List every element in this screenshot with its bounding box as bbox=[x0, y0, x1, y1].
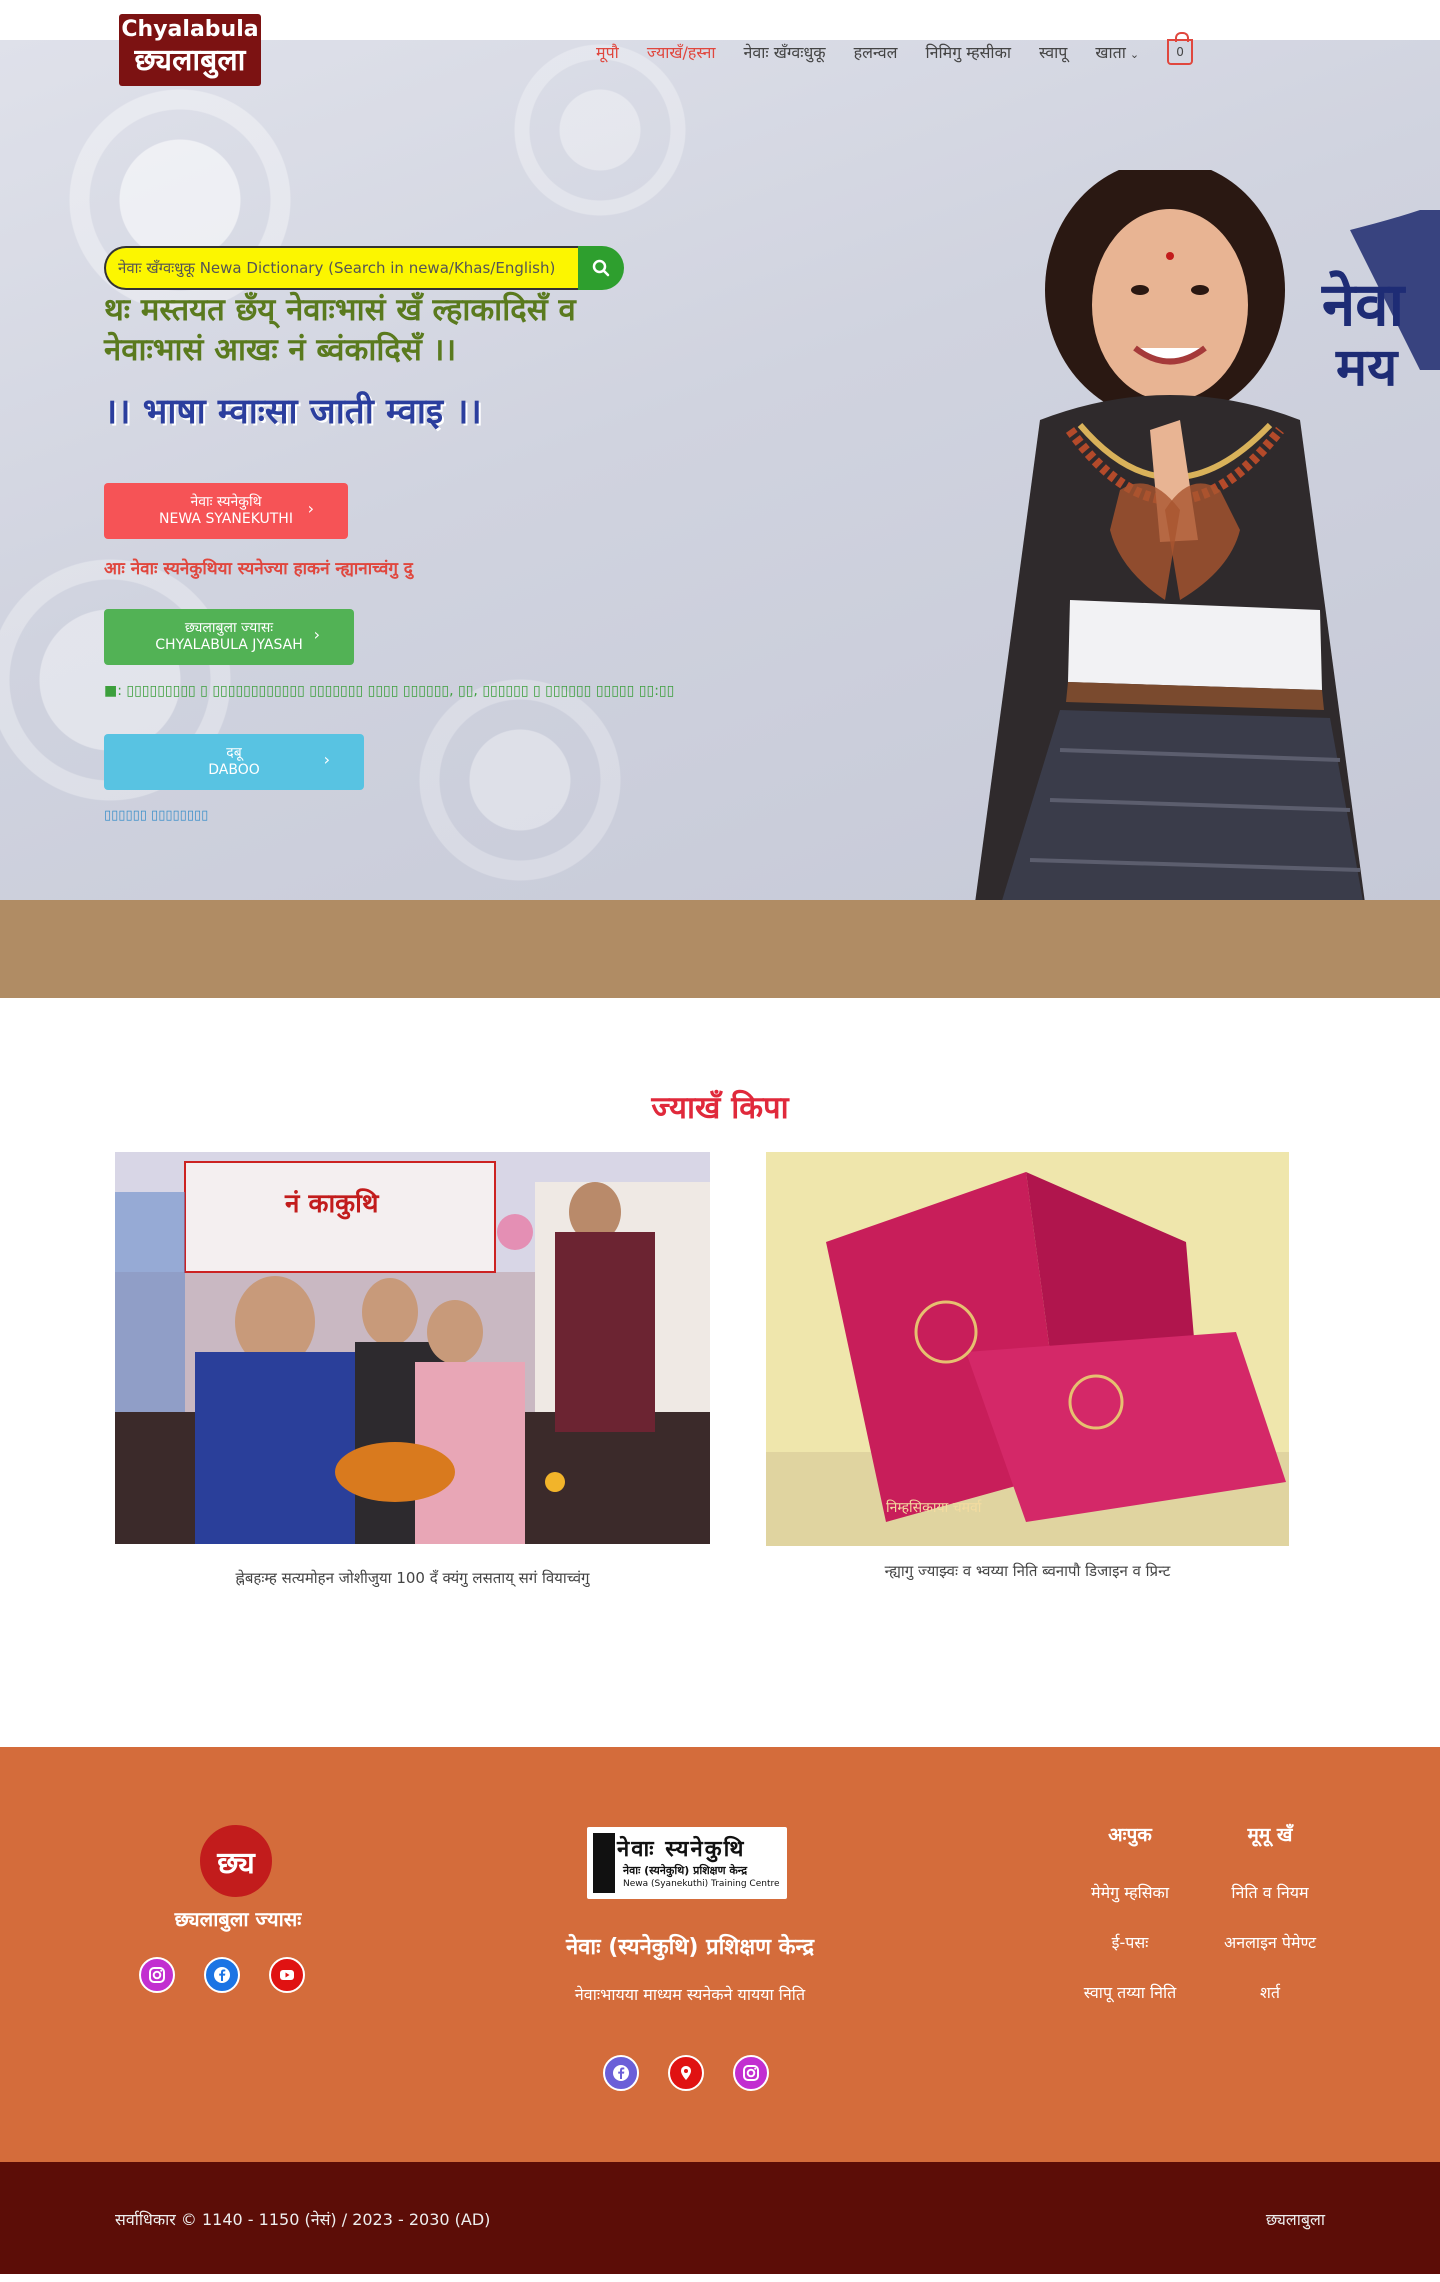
footer-column-title: मूमू खँ bbox=[1247, 1824, 1293, 1846]
syanekuthi-notice: आः नेवाः स्यनेकुथिया स्यनेज्या हाकनं न्ह… bbox=[104, 559, 413, 579]
nav-item-about[interactable]: निमिगु म्हसीका bbox=[925, 41, 1011, 63]
facebook-icon[interactable] bbox=[204, 1957, 240, 1993]
jyasah-notice: ■: ▯▯▯▯▯▯▯▯▯ ▯ ▯▯▯▯▯▯▯▯▯▯▯▯ ▯▯▯▯▯▯▯ ▯▯▯▯… bbox=[104, 683, 675, 699]
logo-subtitle-ne: नेवाः (स्यनेकुथि) प्रशिक्षण केन्द्र bbox=[623, 1864, 748, 1877]
invitation-card-text: निम्हसिकाया चमर्वा bbox=[886, 1499, 982, 1516]
map-pin-icon[interactable] bbox=[668, 2055, 704, 2091]
instagram-icon[interactable] bbox=[733, 2055, 769, 2091]
footer-link-eshop[interactable]: ई-पसः bbox=[1050, 1931, 1210, 1953]
facebook-icon[interactable] bbox=[603, 2055, 639, 2091]
cart-icon[interactable]: 0 bbox=[1167, 32, 1194, 65]
footer-training-centre-tagline: नेवाःभायया माध्यम स्यनेकने यायया निति bbox=[574, 1985, 806, 2004]
search-button[interactable] bbox=[578, 246, 624, 290]
news-photo-invitation-cards[interactable]: निम्हसिकाया चमर्वा bbox=[766, 1152, 1289, 1546]
copyright-bar: सर्वाधिकार © 1140 - 1150 (नेसं) / 2023 -… bbox=[0, 2162, 1440, 2274]
chevron-down-icon: ⌄ bbox=[1129, 48, 1140, 61]
chevron-right-icon: › bbox=[313, 625, 320, 644]
hero-banner: नेवा मय थः मस्तयत छँय् नेव bbox=[0, 40, 1440, 940]
newa-syanekuthi-button[interactable]: नेवाः स्यनेकुथि NEWA SYANEKUTHI › bbox=[104, 483, 348, 539]
footer-link-links[interactable]: स्वापू तय्या निति bbox=[1050, 1981, 1210, 2003]
site-footer: छ्य छ्यलाबुला ज्यासः नेवाः स्यनेकुथि नेव… bbox=[0, 1747, 1440, 2162]
syanekuthi-training-logo: नेवाः स्यनेकुथि नेवाः (स्यनेकुथि) प्रशिक… bbox=[587, 1827, 787, 1899]
chyalabula-jyasah-button[interactable]: छ्यलाबुला ज्यासः CHYALABULA JYASAH › bbox=[104, 609, 354, 665]
chyalabula-emblem-logo: छ्य bbox=[200, 1825, 272, 1897]
nav-item-links[interactable]: स्वापू bbox=[1039, 41, 1067, 63]
dictionary-search bbox=[104, 246, 624, 290]
footer-org-name: छ्यलाबुला ज्यासः bbox=[174, 1907, 302, 1931]
footer-column-main: मूमू खँ निति व नियम अनलाइन पेमेण्ट शर्त bbox=[1190, 1821, 1350, 2031]
nav-item-events[interactable]: हलन्वल bbox=[854, 41, 898, 63]
daboo-button[interactable]: दबू DABOO › bbox=[104, 734, 364, 790]
youtube-icon[interactable] bbox=[269, 1957, 305, 1993]
news-section-title: ज्याखँ किपा bbox=[651, 1090, 789, 1126]
logo-title: नेवाः स्यनेकुथि bbox=[617, 1837, 746, 1862]
hero-slogan: ।। भाषा म्वाःसा जाती म्वाइ ।। bbox=[104, 392, 482, 432]
footer-link-other-intro[interactable]: मेमेगु म्हसिका bbox=[1050, 1881, 1210, 1903]
footer-social-links-1 bbox=[139, 1957, 305, 1993]
nav-account-label: खाता bbox=[1095, 43, 1126, 62]
svg-text:मय: मय bbox=[1335, 337, 1399, 398]
logo-bar bbox=[593, 1833, 615, 1893]
main-nav: मूपौ ज्याखँ/हस्ना नेवाः खँग्वःधुकू हलन्व… bbox=[596, 32, 1194, 66]
hero-bottom-band bbox=[0, 900, 1440, 998]
nav-item-account[interactable]: खाता ⌄ bbox=[1095, 41, 1139, 63]
footer-social-links-2 bbox=[603, 2055, 769, 2091]
news-caption-2: न्ह्यागु ज्याझ्वः व भ्वय्या निति ब्वनापौ… bbox=[884, 1562, 1171, 1580]
logo-subtitle-en: Newa (Syanekuthi) Training Centre bbox=[623, 1879, 780, 1889]
footer-column-title: अःपुक bbox=[1108, 1824, 1152, 1846]
search-icon bbox=[592, 259, 610, 277]
footer-column-quick-links: अःपुक मेमेगु म्हसिका ई-पसः स्वापू तय्या … bbox=[1050, 1821, 1210, 2031]
footer-training-centre-name: नेवाः (स्यनेकुथि) प्रशिक्षण केन्द्र bbox=[565, 1935, 815, 1960]
footer-link-terms[interactable]: शर्त bbox=[1190, 1981, 1350, 2003]
news-caption-1: ह्नेबहःम्ह सत्यमोहन जोशीजुया 100 दँ क्यं… bbox=[235, 1569, 590, 1587]
dictionary-search-input[interactable] bbox=[104, 246, 578, 290]
news-photo-celebration[interactable]: नं काकुथि bbox=[115, 1152, 710, 1544]
hero-headline: थः मस्तयत छँय् नेवाःभासं खँ ल्हाकादिसँ व… bbox=[104, 292, 576, 368]
chevron-right-icon: › bbox=[323, 750, 330, 769]
nav-item-dictionary[interactable]: नेवाः खँग्वःधुकू bbox=[744, 41, 826, 63]
svg-text:नेवा: नेवा bbox=[1321, 270, 1407, 340]
chevron-right-icon: › bbox=[307, 499, 314, 518]
instagram-icon[interactable] bbox=[139, 1957, 175, 1993]
logo-text-en: Chyalabula bbox=[121, 17, 259, 42]
hero-photo-dancer: नेवा मय bbox=[970, 170, 1440, 940]
nav-item-home[interactable]: मूपौ bbox=[596, 41, 619, 63]
copyright-text: सर्वाधिकार © 1140 - 1150 (नेसं) / 2023 -… bbox=[115, 2210, 491, 2229]
site-logo[interactable]: Chyalabula छ्यलाबुला bbox=[119, 14, 261, 86]
footer-link-policy[interactable]: निति व नियम bbox=[1190, 1881, 1350, 1903]
copyright-site-link[interactable]: छ्यलाबुला bbox=[1266, 2208, 1325, 2230]
svg-text:नं काकुथि: नं काकुथि bbox=[284, 1188, 380, 1220]
cart-count: 0 bbox=[1176, 45, 1184, 59]
nav-item-news[interactable]: ज्याखँ/हस्ना bbox=[647, 41, 716, 63]
logo-text-ne: छ्यलाबुला bbox=[134, 43, 246, 78]
footer-link-online-payment[interactable]: अनलाइन पेमेण्ट bbox=[1190, 1931, 1350, 1953]
daboo-notice: ▯▯▯▯▯▯ ▯▯▯▯▯▯▯▯ bbox=[104, 808, 209, 823]
